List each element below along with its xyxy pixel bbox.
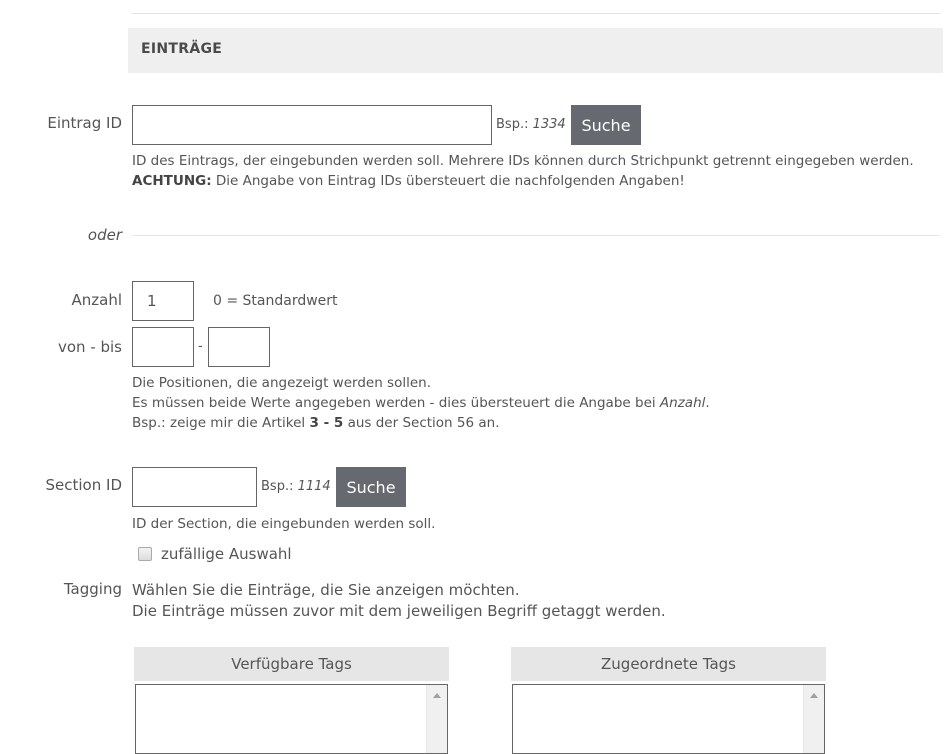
warning-label: ACHTUNG: xyxy=(132,173,212,189)
tagging-description: Wählen Sie die Einträge, die Sie anzeige… xyxy=(132,580,666,622)
example-prefix: Bsp.: xyxy=(496,117,533,132)
section-id-description: ID der Section, die eingebunden werden s… xyxy=(132,516,436,532)
tagging-desc-line: Die Einträge müssen zuvor mit dem jeweil… xyxy=(132,602,666,620)
range-desc-italic: Anzahl xyxy=(659,395,706,411)
top-divider xyxy=(132,13,940,14)
available-tags-list[interactable] xyxy=(135,684,448,754)
range-desc-line: Die Positionen, die angezeigt werden sol… xyxy=(132,375,431,391)
or-divider-line xyxy=(132,235,940,236)
count-input[interactable] xyxy=(132,281,194,321)
entry-desc-line: ID des Eintrags, der eingebunden werden … xyxy=(132,153,914,169)
range-example-pre: Bsp.: zeige mir die Artikel xyxy=(132,415,310,431)
range-desc-text: Es müssen beide Werte angegeben werden -… xyxy=(132,395,660,411)
random-selection-label[interactable]: zufällige Auswahl xyxy=(161,545,292,563)
section-id-label: Section ID xyxy=(45,476,122,494)
range-example-bold: 3 - 5 xyxy=(309,415,344,431)
available-tags-header: Verfügbare Tags xyxy=(134,647,449,681)
tagging-desc-line: Wählen Sie die Einträge, die Sie anzeige… xyxy=(132,581,520,599)
section-header: EINTRÄGE xyxy=(128,28,943,73)
entry-id-label: Eintrag ID xyxy=(47,114,122,132)
range-desc-end: . xyxy=(705,395,710,411)
section-search-button[interactable]: Suche xyxy=(336,467,406,507)
random-selection-checkbox[interactable] xyxy=(138,547,152,561)
section-id-example: Bsp.: 1114 xyxy=(261,479,331,494)
warning-text: Die Angabe von Eintrag IDs übersteuert d… xyxy=(211,173,685,189)
example-prefix: Bsp.: xyxy=(261,479,298,494)
range-separator: - xyxy=(198,339,203,354)
count-label: Anzahl xyxy=(71,291,122,309)
entry-id-example: Bsp.: 1334 xyxy=(496,117,566,132)
entry-search-button[interactable]: Suche xyxy=(571,105,641,145)
example-value: 1334 xyxy=(532,117,566,132)
section-id-input[interactable] xyxy=(132,467,257,507)
entry-id-description: ID des Eintrags, der eingebunden werden … xyxy=(132,151,914,191)
example-value: 1114 xyxy=(297,479,331,494)
range-to-input[interactable] xyxy=(208,327,270,367)
entry-warning: ACHTUNG: Die Angabe von Eintrag IDs über… xyxy=(132,171,914,191)
section-title: EINTRÄGE xyxy=(141,41,223,57)
tagging-label: Tagging xyxy=(63,580,122,598)
count-hint: 0 = Standardwert xyxy=(213,293,338,309)
range-description: Die Positionen, die angezeigt werden sol… xyxy=(132,373,710,433)
range-example-post: aus der Section 56 an. xyxy=(343,415,500,431)
assigned-tags-list[interactable] xyxy=(512,684,825,754)
scroll-up-arrow-icon[interactable] xyxy=(810,693,818,698)
range-desc-line: Bsp.: zeige mir die Artikel 3 - 5 aus de… xyxy=(132,413,710,433)
scroll-up-arrow-icon[interactable] xyxy=(433,693,441,698)
range-desc-line: Es müssen beide Werte angegeben werden -… xyxy=(132,393,710,413)
range-label: von - bis xyxy=(57,338,122,356)
assigned-tags-header: Zugeordnete Tags xyxy=(511,647,826,681)
range-from-input[interactable] xyxy=(132,327,194,367)
or-divider-label: oder xyxy=(87,226,122,244)
entry-id-input[interactable] xyxy=(132,105,492,145)
